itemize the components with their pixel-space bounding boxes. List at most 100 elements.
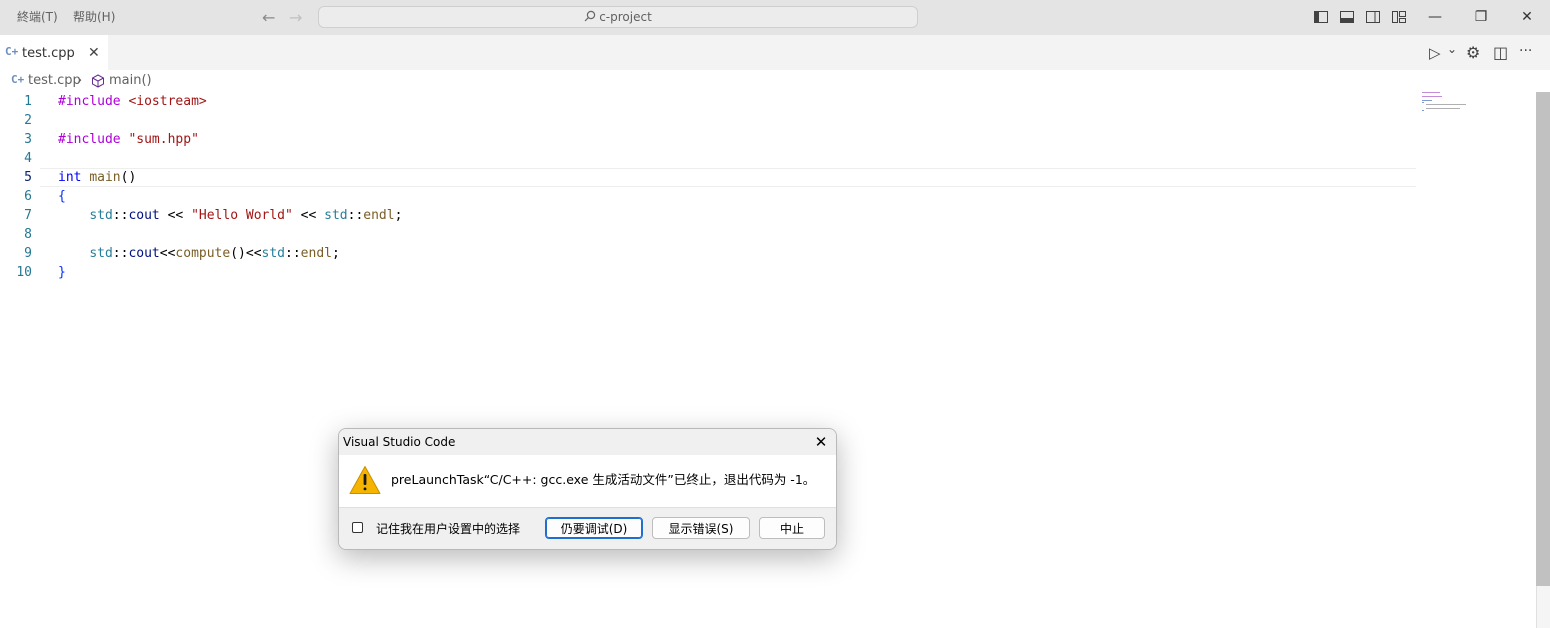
code-token: #include: [58, 132, 121, 147]
code-token: cout: [128, 246, 160, 261]
code-token: main: [89, 170, 121, 185]
code-token: <<: [159, 246, 176, 261]
line-number: 10: [16, 265, 32, 280]
search-icon: [584, 10, 596, 22]
line-number: 4: [24, 151, 32, 166]
warning-icon: [349, 466, 381, 494]
minimap[interactable]: [1422, 92, 1502, 122]
code-token: {: [58, 189, 66, 204]
symbol-method-icon: [92, 74, 104, 88]
line-number: 6: [24, 189, 32, 204]
code-line[interactable]: #include <iostream>: [58, 92, 402, 111]
code-token: endl: [363, 208, 395, 223]
back-arrow-icon[interactable]: ←: [262, 0, 275, 35]
code-token: std: [89, 208, 113, 223]
code-token: endl: [300, 246, 332, 261]
code-token: (): [230, 246, 246, 261]
remember-choice-checkbox[interactable]: [352, 522, 363, 533]
more-actions-icon[interactable]: ···: [1519, 43, 1532, 59]
line-number: 2: [24, 113, 32, 128]
code-line[interactable]: std::cout<<compute()<<std::endl;: [58, 244, 402, 263]
command-center-text: c-project: [599, 10, 652, 24]
code-token: ::: [347, 208, 364, 223]
line-number: 9: [24, 246, 32, 261]
dialog-header: Visual Studio Code ✕: [339, 429, 836, 455]
code-line[interactable]: int main(): [58, 168, 402, 187]
dialog-close-icon[interactable]: ✕: [806, 429, 836, 455]
code-token: <<: [292, 208, 325, 223]
restore-button[interactable]: ❐: [1458, 0, 1504, 35]
customize-layout-icon[interactable]: [1391, 9, 1407, 25]
remember-choice-label[interactable]: 记住我在用户设置中的选择: [376, 508, 520, 549]
dialog-title: Visual Studio Code: [343, 435, 456, 449]
split-editor-icon[interactable]: ◫: [1493, 43, 1508, 62]
line-number: 5: [24, 170, 32, 185]
toggle-secondary-sidebar-icon[interactable]: [1365, 9, 1381, 25]
code-line[interactable]: #include "sum.hpp": [58, 130, 402, 149]
breadcrumb-separator: ›: [77, 73, 83, 88]
breadcrumb-file[interactable]: test.cpp: [28, 73, 81, 88]
line-number: 3: [24, 132, 32, 147]
line-number: 8: [24, 227, 32, 242]
line-number-gutter: 1 2 3 4 5 6 7 8 9 10: [0, 92, 40, 282]
line-number: 1: [24, 94, 32, 109]
code-token: std: [324, 208, 348, 223]
code-token: <<: [159, 208, 192, 223]
code-token: std: [261, 246, 286, 261]
debug-anyway-button[interactable]: 仍要调试(D): [545, 517, 643, 539]
code-token: <iostream>: [128, 94, 207, 109]
tab-close-icon[interactable]: ✕: [88, 36, 100, 71]
dialog-footer: 记住我在用户设置中的选择 仍要调试(D) 显示错误(S) 中止: [339, 507, 836, 549]
code-token: ::: [285, 246, 301, 261]
dialog-message: preLaunchTask“C/C++: gcc.exe 生成活动文件”已终止，…: [391, 472, 816, 487]
cpp-file-icon: C+: [5, 45, 19, 58]
code-token: ::: [112, 208, 129, 223]
vertical-scrollbar-thumb[interactable]: [1536, 92, 1550, 586]
line-number: 7: [24, 208, 32, 223]
close-window-button[interactable]: ✕: [1504, 0, 1550, 35]
code-line[interactable]: [58, 149, 402, 168]
error-dialog: Visual Studio Code ✕ preLaunchTask“C/C++…: [338, 428, 837, 550]
code-line[interactable]: }: [58, 263, 402, 282]
forward-arrow-icon[interactable]: →: [289, 0, 302, 35]
toggle-panel-icon[interactable]: [1339, 9, 1355, 25]
code-token: ;: [331, 246, 340, 261]
code-line[interactable]: {: [58, 187, 402, 206]
code-token: #include: [58, 94, 121, 109]
code-content[interactable]: #include <iostream> #include "sum.hpp" i…: [58, 92, 402, 282]
breadcrumb-symbol[interactable]: main(): [109, 73, 152, 88]
run-icon[interactable]: ▷: [1429, 44, 1441, 62]
toggle-primary-sidebar-icon[interactable]: [1313, 9, 1329, 25]
code-token: int: [58, 170, 82, 185]
breadcrumb-cpp-file-icon: C+: [11, 73, 25, 86]
code-token: std: [89, 246, 113, 261]
breadcrumb: C+ test.cpp › main(): [0, 70, 1550, 92]
code-token: <<: [245, 246, 262, 261]
minimize-button[interactable]: —: [1412, 0, 1458, 35]
run-dropdown-icon[interactable]: ⌄: [1447, 42, 1457, 56]
menu-terminal[interactable]: 終端(T): [17, 0, 58, 35]
command-center-search[interactable]: c-project: [318, 6, 918, 28]
code-token: ;: [394, 208, 403, 223]
settings-gear-icon[interactable]: ⚙: [1466, 43, 1480, 62]
title-bar: 終端(T) 帮助(H) ← → c-project — ❐ ✕: [0, 0, 1550, 35]
show-errors-button[interactable]: 显示错误(S): [652, 517, 750, 539]
code-token: compute: [175, 246, 231, 261]
tab-label: test.cpp: [22, 46, 75, 61]
code-line[interactable]: std::cout << "Hello World" << std::endl;: [58, 206, 402, 225]
dialog-body: preLaunchTask“C/C++: gcc.exe 生成活动文件”已终止，…: [339, 455, 836, 507]
tab-test-cpp[interactable]: C+ test.cpp ✕: [0, 35, 108, 70]
code-token: ::: [112, 246, 129, 261]
code-line[interactable]: [58, 225, 402, 244]
code-token: (): [120, 170, 137, 185]
code-line[interactable]: [58, 111, 402, 130]
editor-tab-bar: C+ test.cpp ✕: [0, 35, 1550, 70]
code-token: "Hello World": [191, 208, 293, 223]
abort-button[interactable]: 中止: [759, 517, 825, 539]
code-token: "sum.hpp": [128, 132, 199, 147]
code-token: cout: [128, 208, 160, 223]
menu-help[interactable]: 帮助(H): [73, 0, 115, 35]
code-token: }: [58, 265, 66, 280]
